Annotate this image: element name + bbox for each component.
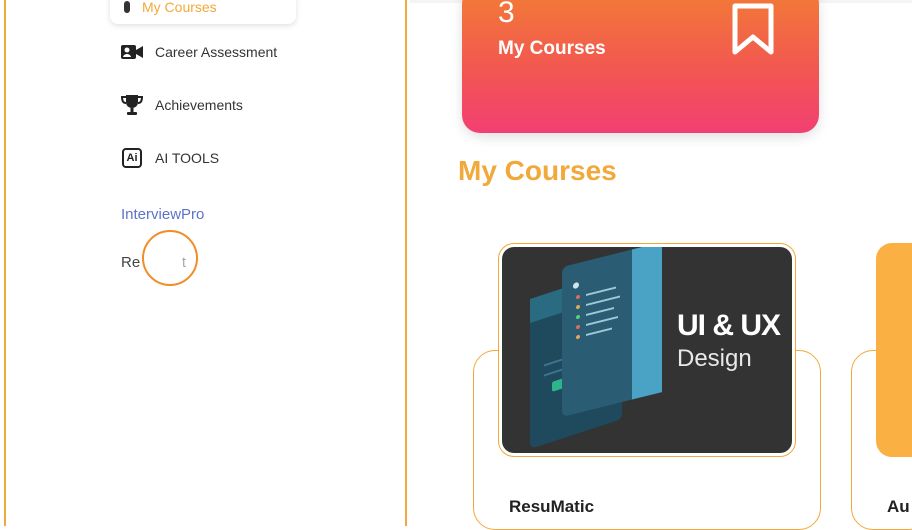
sidebar-item-ai-tools[interactable]: Ai AI TOOLS: [120, 146, 219, 170]
sidebar-item-career-assessment[interactable]: Career Assessment: [120, 40, 277, 64]
section-title: My Courses: [458, 155, 617, 186]
sidebar: [4, 0, 407, 526]
bookmark-icon: [730, 1, 776, 62]
phone-icon: [124, 1, 130, 13]
trophy-icon: [120, 93, 144, 117]
course-title[interactable]: ResuMatic: [509, 497, 594, 517]
course-title[interactable]: Au: [887, 497, 910, 517]
ai-icon: Ai: [120, 146, 144, 170]
sidebar-item-achievements[interactable]: Achievements: [120, 93, 243, 117]
course-thumbnail[interactable]: UI & UX Design: [498, 243, 796, 457]
sidebar-item-label: My Courses: [142, 0, 217, 15]
sidebar-item-label: Achievements: [155, 97, 243, 113]
sidebar-item-my-courses[interactable]: My Courses: [110, 0, 296, 24]
my-courses-stat-card[interactable]: 3 My Courses: [462, 0, 819, 133]
video-camera-icon: [120, 40, 144, 64]
sidebar-item-label: AI TOOLS: [155, 150, 220, 166]
thumbnail-title: UI & UX: [677, 309, 781, 342]
stat-card-label: My Courses: [498, 38, 606, 59]
course-image: UI & UX Design: [502, 247, 792, 453]
course-count: 3: [498, 0, 515, 29]
course-thumbnail[interactable]: [876, 243, 912, 457]
sidebar-link-interviewpro[interactable]: InterviewPro: [121, 206, 204, 223]
thumbnail-subtitle: Design: [677, 345, 752, 372]
cursor-highlight: [142, 230, 198, 286]
sidebar-item-label: Career Assessment: [155, 44, 278, 60]
